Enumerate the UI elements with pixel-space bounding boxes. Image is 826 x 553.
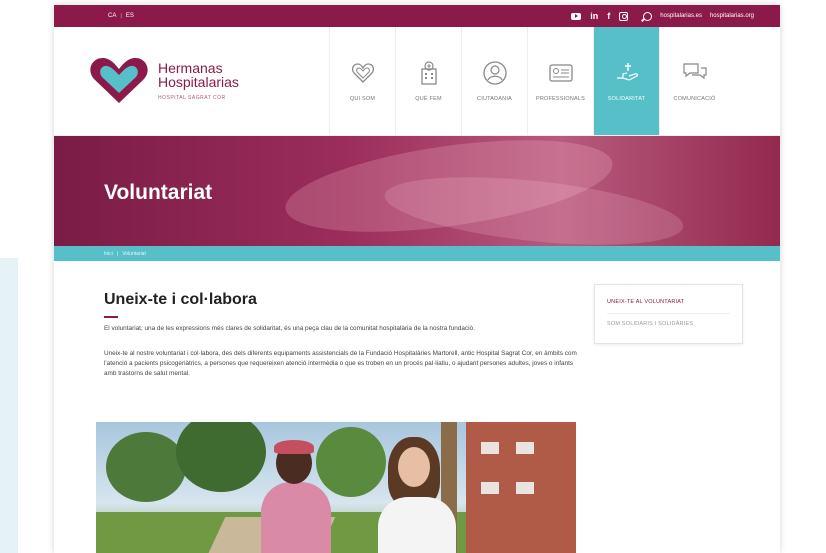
main-nav: QUI SOM QUÈ FEM CIUTADANIA PROFESSIONALS…	[329, 27, 780, 135]
top-bar: CA | ES in f hospitalarias.es hospitalar…	[54, 5, 780, 27]
social-links: in f	[571, 11, 653, 21]
logo-text: Hermanas Hospitalarias HOSPITAL SAGRAT C…	[158, 61, 239, 101]
photo-tree	[106, 432, 186, 502]
breadcrumb-current: Voluntariat	[122, 250, 146, 257]
linkedin-icon[interactable]: in	[590, 11, 598, 21]
facebook-icon[interactable]: f	[607, 11, 610, 21]
giving-hand-icon	[616, 63, 638, 81]
webpage: CA | ES in f hospitalarias.es hospitalar…	[54, 5, 780, 553]
logo-subtitle: HOSPITAL SAGRAT COR	[158, 95, 226, 101]
nav-item-qui-som[interactable]: QUI SOM	[329, 27, 395, 135]
photo-window	[516, 442, 534, 454]
link-hospitalarias-org[interactable]: hospitalarias.org	[710, 13, 754, 19]
photo-window	[516, 482, 534, 494]
lang-ca[interactable]: CA	[108, 13, 116, 19]
sidebar-item-uneix-te[interactable]: UNEIX-TE AL VOLUNTARIAT	[607, 299, 730, 314]
photo-person-patient	[256, 440, 336, 553]
breadcrumb-separator: |	[116, 250, 119, 257]
nav-item-comunicacio[interactable]: COMUNICACIÓ	[659, 27, 729, 135]
chat-icon	[682, 63, 707, 80]
background-decoration	[0, 258, 18, 553]
logo-title-line2: Hospitalarias	[158, 74, 239, 90]
nav-item-que-fem[interactable]: QUÈ FEM	[395, 27, 461, 135]
photo-window	[481, 442, 499, 454]
breadcrumb-home[interactable]: Inici	[104, 251, 113, 257]
volunteer-photo	[96, 422, 576, 553]
heart-icon	[351, 63, 374, 83]
heart-logo-icon	[90, 57, 148, 103]
id-card-icon	[548, 64, 573, 82]
intro-paragraph: El voluntariat, una de les expressions m…	[104, 325, 475, 332]
nav-label: QUI SOM	[349, 96, 376, 102]
lang-separator: |	[120, 13, 122, 19]
nav-item-ciutadania[interactable]: CIUTADANIA	[461, 27, 527, 135]
photo-person-headband	[274, 440, 314, 454]
nav-item-professionals[interactable]: PROFESSIONALS	[527, 27, 593, 135]
section-heading: Uneix-te i col·labora	[104, 291, 257, 308]
heading-underline	[104, 316, 118, 318]
language-switcher: CA | ES	[108, 13, 134, 19]
nav-label: PROFESSIONALS	[535, 96, 586, 102]
photo-person-body	[261, 482, 331, 553]
photo-person-face	[398, 447, 430, 487]
instagram-icon[interactable]	[619, 11, 629, 21]
page-title: Voluntariat	[104, 181, 213, 204]
logo-title-line1: Hermanas	[158, 60, 223, 76]
photo-building	[466, 422, 576, 553]
hospital-icon	[420, 61, 437, 85]
photo-person-volunteer	[376, 437, 456, 553]
nav-label: COMUNICACIÓ	[673, 96, 716, 102]
youtube-icon[interactable]	[571, 12, 582, 20]
nav-label: SOLIDARITAT	[607, 96, 646, 102]
site-logo[interactable]: Hermanas Hospitalarias HOSPITAL SAGRAT C…	[54, 27, 329, 135]
nav-label: CIUTADANIA	[477, 96, 512, 102]
lang-es[interactable]: ES	[126, 13, 134, 19]
site-header: Hermanas Hospitalarias HOSPITAL SAGRAT C…	[54, 27, 780, 136]
person-icon	[482, 61, 507, 85]
photo-person-coat	[378, 497, 456, 553]
hero-banner: Voluntariat	[54, 136, 780, 246]
nav-label: QUÈ FEM	[415, 96, 442, 102]
link-hospitalarias-es[interactable]: hospitalarias.es	[660, 13, 702, 19]
photo-window	[481, 482, 499, 494]
search-icon[interactable]	[643, 11, 653, 21]
breadcrumb: Inici | Voluntariat	[54, 246, 780, 261]
external-links: hospitalarias.es hospitalarias.org	[660, 13, 754, 19]
main-content: Uneix-te i col·labora El voluntariat, un…	[54, 261, 780, 553]
body-paragraph: Uneix-te al nostre voluntariat i col·lab…	[104, 350, 577, 377]
nav-item-solidaritat[interactable]: SOLIDARITAT	[593, 27, 659, 135]
sidebar-item-som-solidaris[interactable]: SOM SOLIDARIS I SOLIDÀRIES	[607, 321, 730, 335]
screenshot-stage: CA | ES in f hospitalarias.es hospitalar…	[0, 0, 826, 553]
sidebar-menu: UNEIX-TE AL VOLUNTARIAT SOM SOLIDARIS I …	[594, 284, 743, 344]
